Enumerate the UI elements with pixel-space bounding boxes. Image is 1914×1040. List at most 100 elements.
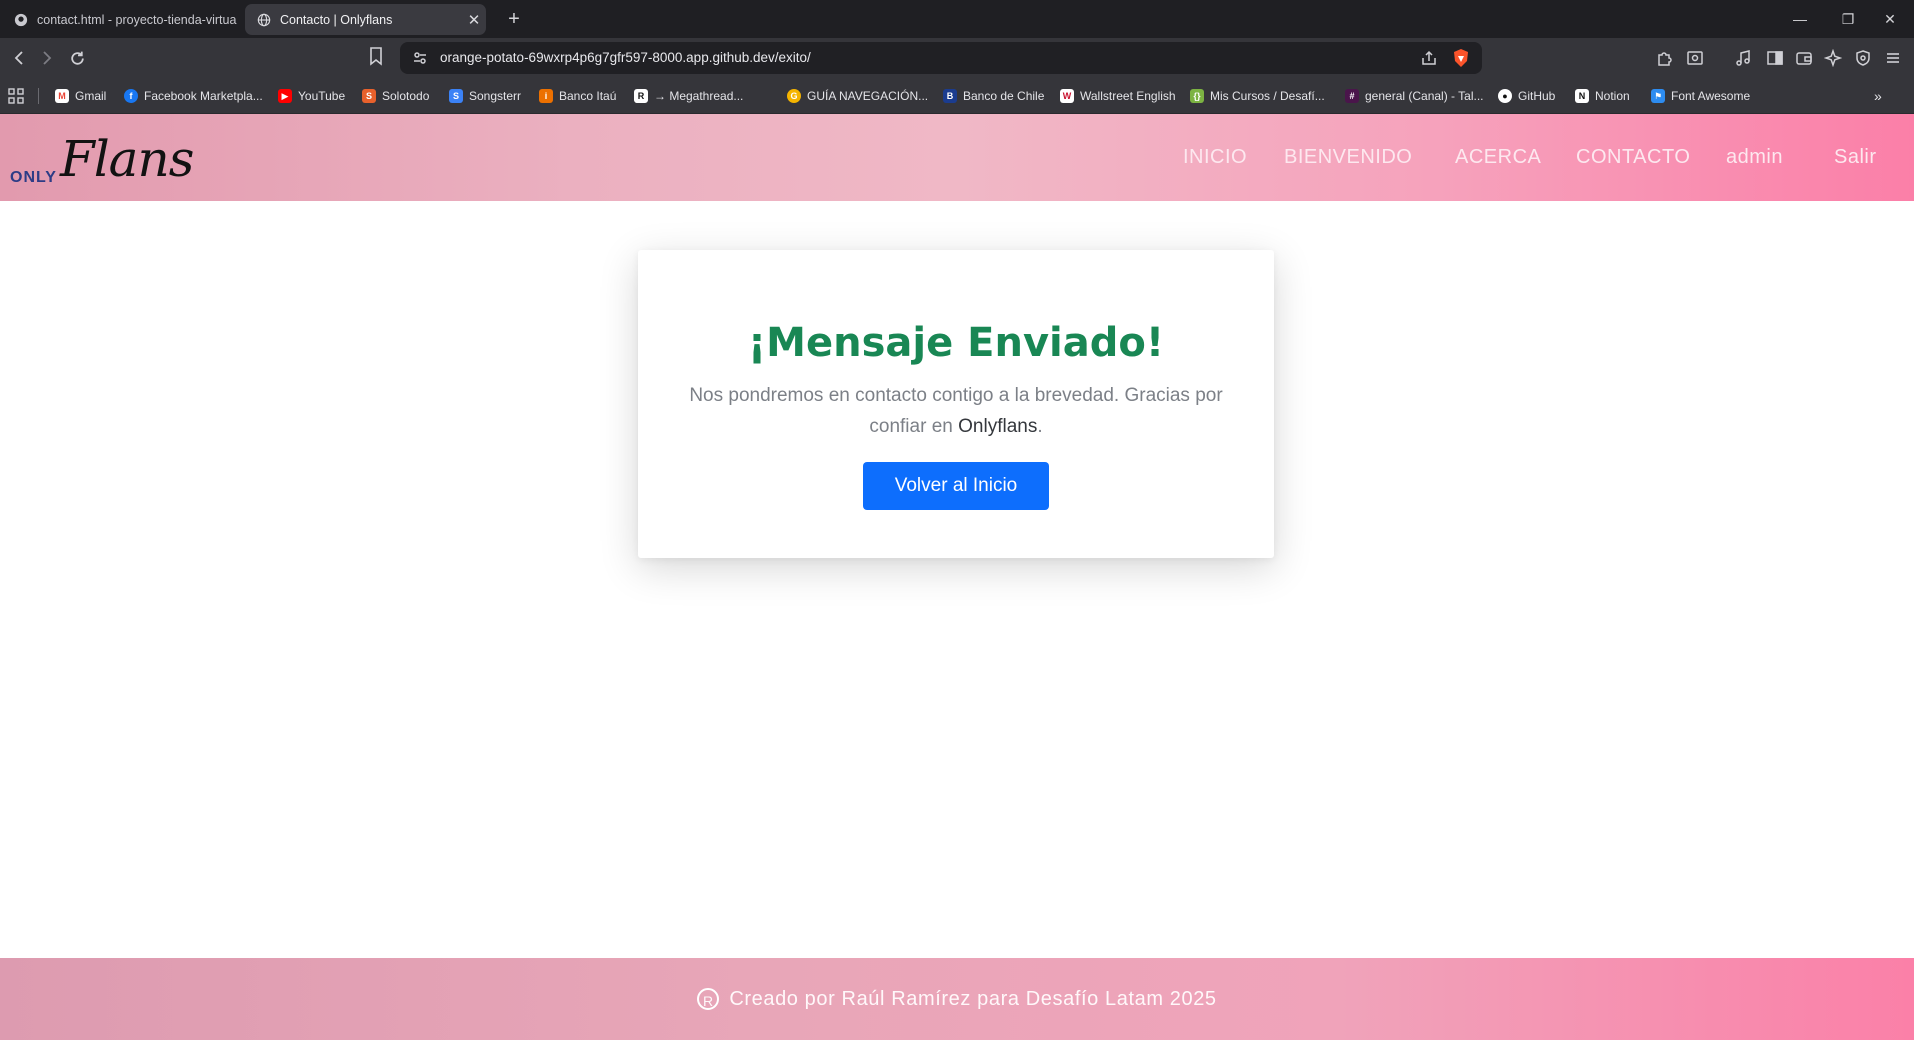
message-text: Nos pondremos en contacto contigo a la b… xyxy=(689,385,1223,437)
gmail-icon: M xyxy=(55,89,69,103)
slack-icon: # xyxy=(1345,89,1359,103)
nav-bienvenido[interactable]: BIENVENIDO xyxy=(1284,114,1412,201)
menu-icon[interactable] xyxy=(1882,47,1904,69)
bookmark-label: Notion xyxy=(1595,89,1630,103)
youtube-icon: ▶ xyxy=(278,89,292,103)
nav-link-bienvenido[interactable]: BIENVENIDO xyxy=(1284,146,1412,169)
browser-tab-strip: contact.html - proyecto-tienda-virtua Co… xyxy=(0,0,1914,38)
bookmark-songsterr[interactable]: S Songsterr xyxy=(449,78,521,114)
reload-icon[interactable] xyxy=(64,45,90,71)
close-window-icon[interactable]: ✕ xyxy=(1866,0,1914,38)
notion-icon: N xyxy=(1575,89,1589,103)
tab-contacto-onlyflans[interactable]: Contacto | Onlyflans ✕ xyxy=(245,4,486,35)
logo-only-text: ONLY xyxy=(10,169,57,186)
more-bookmarks-icon[interactable]: » xyxy=(1874,78,1882,114)
site-header: ONLY Flans INICIO BIENVENIDO ACERCA CONT… xyxy=(0,114,1914,201)
bookmark-label: Mis Cursos / Desafí... xyxy=(1210,89,1325,103)
bookmark-label: Solotodo xyxy=(382,89,430,103)
apps-icon[interactable] xyxy=(8,78,24,114)
bookmark-label: Font Awesome xyxy=(1671,89,1751,103)
forward-icon[interactable] xyxy=(34,45,60,71)
success-message: Nos pondremos en contacto contigo a la b… xyxy=(678,380,1234,442)
bookmark-youtube[interactable]: ▶ YouTube xyxy=(278,78,345,114)
itau-icon: i xyxy=(539,89,553,103)
bancochile-icon: B xyxy=(943,89,957,103)
tab-title: Contacto | Onlyflans xyxy=(280,12,393,27)
reader-mode-icon[interactable] xyxy=(1684,47,1706,69)
registered-icon: R xyxy=(697,988,720,1011)
leo-ai-icon[interactable] xyxy=(1822,47,1844,69)
bookmark-facebook-marketplace[interactable]: f Facebook Marketpla... xyxy=(124,78,263,114)
bookmark-label: Wallstreet English xyxy=(1080,89,1176,103)
bookmark-label: GUÍA NAVEGACIÓN... xyxy=(807,89,929,103)
bookmark-label: GitHub xyxy=(1518,89,1556,103)
share-icon[interactable] xyxy=(1420,49,1438,67)
music-icon[interactable] xyxy=(1732,47,1754,69)
vpn-shield-icon[interactable] xyxy=(1852,47,1874,69)
restore-icon[interactable]: ❐ xyxy=(1824,0,1872,38)
fontawesome-icon: ⚑ xyxy=(1651,89,1665,103)
nav-link-acerca[interactable]: ACERCA xyxy=(1455,146,1541,169)
nav-admin[interactable]: admin xyxy=(1726,114,1783,201)
site-footer: R Creado por Raúl Ramírez para Desafío La… xyxy=(0,958,1914,1040)
brand-name: Onlyflans xyxy=(958,416,1038,437)
bookmark-mis-cursos[interactable]: {} Mis Cursos / Desafí... xyxy=(1190,78,1325,114)
extensions-icon[interactable] xyxy=(1654,47,1676,69)
bookmark-wallstreet-english[interactable]: W Wallstreet English xyxy=(1060,78,1176,114)
guide-icon: G xyxy=(787,89,801,103)
footer-credit: R Creado por Raúl Ramírez para Desafío La… xyxy=(697,988,1216,1011)
bookmark-slack-general[interactable]: # general (Canal) - Tal... xyxy=(1345,78,1484,114)
new-tab-button[interactable]: + xyxy=(500,5,528,33)
nav-contacto[interactable]: CONTACTO xyxy=(1576,114,1690,201)
solotodo-icon: S xyxy=(362,89,376,103)
back-home-button[interactable]: Volver al Inicio xyxy=(863,462,1049,510)
success-card: ¡Mensaje Enviado! Nos pondremos en conta… xyxy=(638,250,1274,558)
nav-inicio[interactable]: INICIO xyxy=(1183,114,1247,201)
site-settings-icon[interactable] xyxy=(412,50,428,66)
bookmark-label: Gmail xyxy=(75,89,107,103)
bookmark-guia-navegacion[interactable]: G GUÍA NAVEGACIÓN... xyxy=(787,78,928,114)
bookmark-label: Facebook Marketpla... xyxy=(144,89,263,103)
onlyflans-logo[interactable]: ONLY Flans xyxy=(10,128,194,188)
nav-link-salir[interactable]: Salir xyxy=(1834,146,1877,169)
wallstreet-icon: W xyxy=(1060,89,1074,103)
bookmark-label: general (Canal) - Tal... xyxy=(1365,89,1484,103)
close-tab-icon[interactable]: ✕ xyxy=(462,11,486,29)
bookmark-label: Banco de Chile xyxy=(963,89,1045,103)
github-icon: ● xyxy=(1498,89,1512,103)
brave-shields-icon[interactable] xyxy=(1452,48,1470,68)
facebook-icon: f xyxy=(124,89,138,103)
nav-link-inicio[interactable]: INICIO xyxy=(1183,146,1247,169)
logo-flans-text: Flans xyxy=(60,130,194,188)
url-text: orange-potato-69wxrp4p6g7gfr597-8000.app… xyxy=(440,50,811,65)
footer-text: Creado por Raúl Ramírez para Desafío Lat… xyxy=(729,987,1217,1010)
nav-salir[interactable]: Salir xyxy=(1834,114,1877,201)
bookmark-gmail[interactable]: M Gmail xyxy=(55,78,106,114)
bookmark-megathread[interactable]: R → Megathread... xyxy=(634,78,743,114)
bookmark-solotodo[interactable]: S Solotodo xyxy=(362,78,429,114)
message-period: . xyxy=(1037,416,1043,437)
sidebar-icon[interactable] xyxy=(1764,47,1786,69)
bookmark-label: Banco Itaú xyxy=(559,89,617,103)
globe-icon xyxy=(257,13,271,27)
bookmark-label: → Megathread... xyxy=(654,89,744,103)
bookmark-notion[interactable]: N Notion xyxy=(1575,78,1630,114)
bookmark-banco-itau[interactable]: i Banco Itaú xyxy=(539,78,616,114)
back-icon[interactable] xyxy=(6,45,32,71)
bookmark-banco-de-chile[interactable]: B Banco de Chile xyxy=(943,78,1044,114)
tab-contact-html[interactable]: contact.html - proyecto-tienda-virtua xyxy=(2,4,240,35)
address-bar[interactable]: orange-potato-69wxrp4p6g7gfr597-8000.app… xyxy=(400,42,1482,74)
nav-link-admin[interactable]: admin xyxy=(1726,146,1783,169)
bookmark-font-awesome[interactable]: ⚑ Font Awesome xyxy=(1651,78,1750,114)
bookmark-separator xyxy=(38,88,39,104)
bookmark-icon[interactable] xyxy=(368,46,388,68)
nav-link-contacto[interactable]: CONTACTO xyxy=(1576,146,1690,169)
github-icon xyxy=(14,13,28,27)
minimize-icon[interactable]: — xyxy=(1776,0,1824,38)
bookmark-label: Songsterr xyxy=(469,89,522,103)
nav-acerca[interactable]: ACERCA xyxy=(1455,114,1541,201)
bookmark-github[interactable]: ● GitHub xyxy=(1498,78,1555,114)
bookmarks-bar: M Gmail f Facebook Marketpla... ▶ YouTub… xyxy=(0,78,1914,114)
wallet-icon[interactable] xyxy=(1793,47,1815,69)
browser-toolbar: orange-potato-69wxrp4p6g7gfr597-8000.app… xyxy=(0,38,1914,78)
